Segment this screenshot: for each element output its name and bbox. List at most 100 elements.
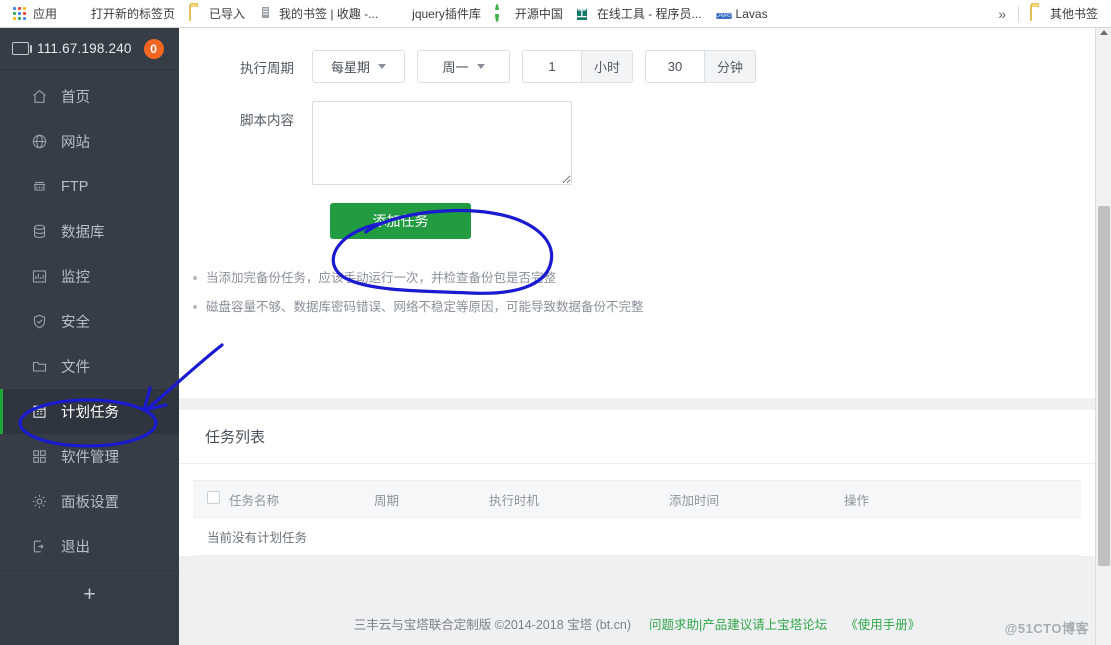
bookmark-online-tools[interactable]: 工 在线工具 - 程序员... bbox=[570, 3, 709, 25]
sidebar-item-ftp[interactable]: FTP bbox=[0, 164, 179, 209]
task-table-head: 任务名称 周期 执行时机 添加时间 操作 bbox=[193, 480, 1081, 518]
footer-copyright: 三丰云与宝塔联合定制版 ©2014-2018 宝塔 (bt.cn) bbox=[353, 617, 632, 632]
bookmark-my-bookmarks[interactable]: 我的书签 | 收趣 -... bbox=[252, 3, 385, 25]
bookmark-label: 在线工具 - 程序员... bbox=[596, 7, 702, 21]
cycle-select[interactable]: 每星期 bbox=[312, 50, 405, 83]
bookmark-label: 应用 bbox=[33, 7, 58, 21]
gear-icon bbox=[30, 493, 48, 511]
sidebar-item-label: 软件管理 bbox=[61, 450, 119, 466]
sidebar-item-label: 安全 bbox=[61, 315, 90, 331]
calendar-icon bbox=[30, 403, 48, 421]
task-table-wrapper: 任务名称 周期 执行时机 添加时间 操作 当前没有计划任务 bbox=[179, 464, 1095, 556]
watermark: @51CTO博客 bbox=[1004, 621, 1089, 636]
bookmark-jquery[interactable]: jquery插件库 bbox=[385, 3, 488, 25]
column-header[interactable]: 周期 bbox=[374, 480, 489, 518]
sidebar-item-software[interactable]: 软件管理 bbox=[0, 434, 179, 479]
bookmark-imported[interactable]: 已导入 bbox=[182, 3, 252, 25]
page-scrollbar[interactable] bbox=[1095, 28, 1111, 645]
hint-item: 磁盘容量不够、数据库密码错误、网络不稳定等原因，可能导致数据备份不完整 bbox=[193, 298, 1095, 316]
bookmark-icon bbox=[259, 6, 274, 21]
footer-manual-link[interactable]: 《使用手册》 bbox=[845, 614, 920, 633]
hints-list: 当添加完备份任务，应该手动运行一次，并检查备份包是否完整 磁盘容量不够、数据库密… bbox=[193, 269, 1095, 316]
cycle-row: 执行周期 每星期 周一 小时 分钟 bbox=[179, 50, 1095, 83]
bookmark-overflow-button[interactable]: » bbox=[990, 6, 1014, 22]
table-header-row: 任务名称 周期 执行时机 添加时间 操作 bbox=[193, 480, 1081, 518]
add-task-button[interactable]: 添加任务 bbox=[330, 203, 471, 239]
scroll-up-arrow-icon[interactable] bbox=[1100, 30, 1108, 35]
globe-icon bbox=[30, 133, 48, 151]
bookmark-oschina[interactable]: 开源中国 bbox=[488, 3, 570, 25]
monitor-chart-icon bbox=[30, 268, 48, 286]
scrollbar-thumb[interactable] bbox=[1098, 206, 1110, 566]
lavas-icon: LAVAS bbox=[715, 13, 732, 19]
sidebar-add-button[interactable]: + bbox=[0, 573, 179, 615]
bookmark-apps[interactable]: 应用 bbox=[6, 3, 64, 25]
script-row: 脚本内容 bbox=[179, 101, 1095, 185]
sidebar-item-monitor[interactable]: 监控 bbox=[0, 254, 179, 299]
cycle-label: 执行周期 bbox=[240, 60, 294, 76]
hour-input[interactable] bbox=[522, 50, 581, 83]
weekday-select-value: 周一 bbox=[442, 60, 469, 75]
table-row-empty: 当前没有计划任务 bbox=[193, 517, 1081, 556]
main-content: 执行周期 每星期 周一 小时 分钟 脚本内 bbox=[179, 28, 1095, 645]
cycle-select-value: 每星期 bbox=[330, 60, 370, 75]
apps-icon bbox=[30, 448, 48, 466]
bookmark-lavas[interactable]: LAVAS Lavas bbox=[709, 3, 775, 25]
monitor-icon bbox=[12, 42, 32, 55]
sidebar-item-label: 网站 bbox=[61, 135, 90, 151]
select-all-checkbox[interactable] bbox=[207, 491, 220, 504]
task-table: 任务名称 周期 执行时机 添加时间 操作 当前没有计划任务 bbox=[193, 480, 1081, 556]
sidebar-item-label: 退出 bbox=[61, 540, 90, 556]
folder-icon bbox=[30, 358, 48, 376]
sidebar-item-logout[interactable]: 退出 bbox=[0, 524, 179, 569]
apps-grid-icon bbox=[13, 7, 28, 20]
hour-input-group: 小时 bbox=[522, 50, 634, 83]
column-header[interactable]: 添加时间 bbox=[669, 480, 844, 518]
sidebar-item-files[interactable]: 文件 bbox=[0, 344, 179, 389]
oschina-icon bbox=[494, 4, 510, 22]
bookmark-other-bookmarks[interactable]: 其他书签 bbox=[1023, 3, 1105, 25]
minute-input[interactable] bbox=[645, 50, 705, 83]
column-header[interactable]: 执行时机 bbox=[489, 480, 669, 518]
sidebar-header: 111.67.198.240 0 bbox=[0, 28, 179, 70]
task-table-body: 当前没有计划任务 bbox=[193, 517, 1081, 556]
task-list-title: 任务列表 bbox=[179, 410, 1095, 464]
minute-addon-label: 分钟 bbox=[704, 50, 757, 83]
script-textarea[interactable] bbox=[312, 101, 572, 185]
sidebar-item-label: 面板设置 bbox=[61, 495, 119, 511]
column-header[interactable]: 操作 bbox=[844, 480, 1081, 518]
sidebar-menu: 首页 网站 FTP 数据库 监控 安全 文件 计划任务 软件管理 面板设置 退出 bbox=[0, 70, 179, 569]
bookmark-label: 其他书签 bbox=[1049, 7, 1098, 21]
hour-addon-label: 小时 bbox=[581, 50, 634, 83]
hint-text: 磁盘容量不够、数据库密码错误、网络不稳定等原因，可能导致数据备份不完整 bbox=[206, 300, 644, 314]
sidebar-item-panel-settings[interactable]: 面板设置 bbox=[0, 479, 179, 524]
sidebar-item-security[interactable]: 安全 bbox=[0, 299, 179, 344]
bookmark-label: 我的书签 | 收趣 -... bbox=[279, 7, 379, 21]
select-all-cell bbox=[193, 480, 229, 518]
sidebar-item-database[interactable]: 数据库 bbox=[0, 209, 179, 254]
sidebar-item-label: 文件 bbox=[61, 360, 90, 376]
sidebar-item-label: 监控 bbox=[61, 270, 90, 286]
sidebar-item-website[interactable]: 网站 bbox=[0, 119, 179, 164]
bookmark-label: jquery插件库 bbox=[412, 7, 481, 21]
notification-badge[interactable]: 0 bbox=[143, 38, 164, 59]
minute-input-group: 分钟 bbox=[645, 50, 757, 83]
column-header[interactable]: 任务名称 bbox=[229, 480, 374, 518]
bullet-icon bbox=[193, 276, 197, 280]
jquery-icon bbox=[392, 6, 407, 21]
bookmark-label: Lavas bbox=[735, 6, 768, 21]
bookmark-label: 打开新的标签页 bbox=[91, 7, 176, 21]
weekday-select[interactable]: 周一 bbox=[417, 50, 510, 83]
chevron-down-icon bbox=[378, 64, 386, 69]
home-icon bbox=[30, 88, 48, 106]
bullet-icon bbox=[193, 305, 197, 309]
sidebar-item-home[interactable]: 首页 bbox=[0, 74, 179, 119]
sidebar-item-cron[interactable]: 计划任务 bbox=[0, 389, 179, 434]
submit-row: 添加任务 bbox=[179, 203, 1095, 239]
bookmark-label: 开源中国 bbox=[514, 7, 563, 21]
bookmark-label: 已导入 bbox=[209, 7, 246, 21]
bookmark-new-tab[interactable]: 打开新的标签页 bbox=[64, 3, 182, 25]
globe-icon bbox=[71, 6, 86, 21]
footer-forum-link[interactable]: 问题求助|产品建议请上宝塔论坛 bbox=[649, 614, 827, 633]
tool-icon: 工 bbox=[576, 9, 587, 20]
